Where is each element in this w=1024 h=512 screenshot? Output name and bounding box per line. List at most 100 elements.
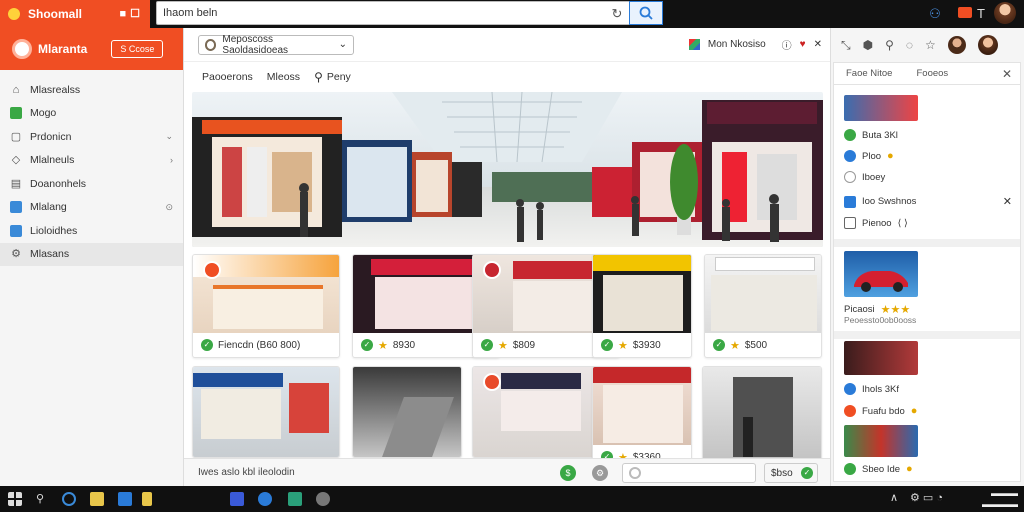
cortana-icon[interactable] <box>62 492 76 506</box>
sidebar-item-4[interactable]: ▤ Doanonhels <box>0 172 183 196</box>
notification-icon[interactable] <box>958 7 972 18</box>
calendar-icon: ▤ <box>10 177 22 190</box>
rp-item-label: Ihols 3Kf <box>862 383 899 395</box>
settings-icon[interactable]: ⚙ <box>592 465 608 481</box>
search-icon[interactable]: ⚲ <box>36 492 50 506</box>
app-icon[interactable] <box>142 492 152 506</box>
heart-icon[interactable]: ♥ <box>800 39 806 50</box>
person-icon[interactable]: ⚇ <box>926 5 944 23</box>
sidebar-item-7[interactable]: ⚙ Mlasans <box>0 242 183 266</box>
search-icon <box>639 6 653 20</box>
toolbar-right-label[interactable]: Mon Nkosiso <box>708 39 766 50</box>
info-icon[interactable]: ⓘ <box>782 37 792 52</box>
star-icon: ★ <box>378 339 388 352</box>
bottom-action-label: $bso <box>771 467 793 479</box>
card-price: $500 <box>744 339 768 351</box>
edge-icon[interactable] <box>258 492 272 506</box>
location-value: Meposcoss Saoldasidoeas <box>222 33 289 56</box>
app-icon[interactable] <box>288 492 302 506</box>
sidebar-item-3[interactable]: ◇ Mlalneuls › <box>0 149 183 173</box>
add-icon[interactable]: $ <box>560 465 576 481</box>
chat-icon <box>10 201 22 214</box>
product-card[interactable] <box>352 366 462 458</box>
apps-icon[interactable] <box>688 39 700 50</box>
tag-icon <box>844 405 856 417</box>
rp-item-label: Ioo Swshnos <box>862 196 917 207</box>
location-select[interactable]: Meposcoss Saoldasidoeas ⌄ <box>198 33 354 56</box>
sidebar-item-6[interactable]: Lioloidhes <box>0 219 183 243</box>
sidebar-item-label: Doanonhels <box>30 177 87 190</box>
close-icon[interactable]: ✕ <box>814 39 822 50</box>
search-icon[interactable]: ⚲ <box>314 70 323 84</box>
search-input[interactable] <box>163 4 603 22</box>
sidebar-item-2[interactable]: ▢ Prdonicn ⌄ <box>0 125 183 149</box>
close-icon[interactable]: ✕ <box>990 67 1020 81</box>
window-controls[interactable]: ■☐ <box>119 7 144 20</box>
rp-thumbnail[interactable] <box>844 341 918 375</box>
store-logo-icon <box>483 373 501 391</box>
product-card[interactable]: ✓ ★ $500 <box>704 254 822 358</box>
hero-mall-image[interactable] <box>192 92 823 247</box>
rp-tab-1[interactable]: Fooeos <box>904 68 960 79</box>
sidebar-header-button[interactable]: S Ccose <box>111 40 164 58</box>
product-card[interactable]: ✓ ★ $3930 <box>592 254 692 358</box>
rp-item[interactable]: Fuafu bdo ● <box>844 405 917 417</box>
pin-icon[interactable]: ⚲ <box>885 38 894 52</box>
sidebar-item-0[interactable]: ⌂ Mlasrealss <box>0 78 183 102</box>
map-icon <box>10 224 22 237</box>
tab-1[interactable]: Mleoss <box>267 71 300 83</box>
rp-item[interactable]: Sbeo Ide ● <box>844 463 913 475</box>
rp-thumbnail[interactable] <box>844 425 918 457</box>
taskbar-clock[interactable]: ▬▬▬ ▬▬▬▬ <box>982 488 1018 510</box>
user-avatar[interactable] <box>977 35 998 55</box>
bottom-search-field[interactable] <box>622 463 756 483</box>
rp-tab-0[interactable]: Faoe Nitoe <box>834 68 904 79</box>
start-menu-icon[interactable] <box>8 492 22 506</box>
tab-2[interactable]: Peny <box>327 71 351 83</box>
app-logo-icon <box>8 8 20 20</box>
tag-icon: ◇ <box>11 154 21 167</box>
search-button[interactable] <box>629 1 663 25</box>
rp-item[interactable]: Ioo Swshnos ✕ <box>844 195 1012 208</box>
sidebar-item-1[interactable]: Mogo <box>0 102 183 126</box>
product-card[interactable] <box>192 366 340 458</box>
info-icon <box>844 383 856 395</box>
star-icon: ★ <box>498 339 508 352</box>
search-box: ↻ <box>156 1 663 25</box>
store-icon[interactable] <box>118 492 132 506</box>
product-card[interactable]: ✓★$3360 <box>592 366 692 470</box>
tray-icons[interactable]: ⚙ ▭ ◔ <box>910 491 943 504</box>
text-icon[interactable]: T <box>972 5 990 23</box>
close-icon[interactable]: ✕ <box>1003 195 1012 208</box>
tab-0[interactable]: Paooerons <box>202 71 253 83</box>
car-image <box>854 271 908 292</box>
mail-icon[interactable] <box>230 492 244 506</box>
app-tab[interactable]: Shoomall ■☐ <box>0 0 150 28</box>
bag-icon: ▢ <box>10 130 22 143</box>
rp-item[interactable]: Ploo ● <box>844 150 894 162</box>
tray-chevron-icon[interactable]: ∧ <box>890 491 898 504</box>
toolbar-right: Mon Nkosiso ⓘ ♥ ✕ <box>688 37 830 52</box>
rp-item[interactable]: Buta 3Kl <box>844 129 898 141</box>
chrome-icon[interactable] <box>316 492 330 506</box>
doc-icon <box>844 217 856 229</box>
folder-icon[interactable] <box>90 492 104 506</box>
product-card[interactable]: ✓ Fiencdn (B60 800) <box>192 254 340 358</box>
sidebar-item-5[interactable]: Mlalang ⊙ <box>0 196 183 220</box>
sidebar-item-label: Mlasans <box>30 248 70 261</box>
rp-item[interactable]: Iboey <box>844 171 885 183</box>
user-avatar[interactable] <box>994 2 1016 24</box>
expand-icon[interactable]: ⤡ <box>841 38 851 53</box>
ellipsis-icon: ⟨ ⟩ <box>897 217 908 229</box>
star-icon[interactable]: ☆ <box>925 38 936 52</box>
rp-item[interactable]: Ihols 3Kf <box>844 383 899 395</box>
refresh-icon[interactable]: ↻ <box>609 6 625 22</box>
avatar-icon[interactable] <box>947 36 966 54</box>
chat-icon[interactable]: ◌ <box>906 38 913 52</box>
rp-car-thumbnail[interactable] <box>844 251 918 297</box>
rp-thumbnail[interactable] <box>844 95 918 121</box>
shield-icon[interactable]: ⬢ <box>863 38 873 52</box>
rp-item[interactable]: Pienoo ⟨ ⟩ <box>844 217 908 229</box>
status-text: Iwes aslo kbl ileolodin <box>198 467 295 478</box>
bottom-action-button[interactable]: $bso ✓ <box>764 463 818 483</box>
